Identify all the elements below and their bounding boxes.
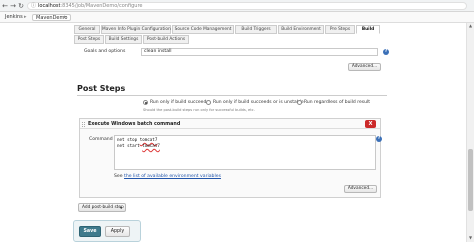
add-post-build-step-button[interactable]: Add post-build step ▾ (78, 203, 126, 212)
scroll-down-icon[interactable]: ▼ (467, 235, 474, 241)
build-step-title: Execute Windows batch command (88, 122, 181, 127)
config-tabs: General Maven Info Plugin Configuration … (71, 23, 381, 45)
tab-general[interactable]: General (74, 25, 100, 34)
env-vars-link[interactable]: the list of available environment variab… (124, 174, 221, 179)
build-step-header: Execute Windows batch command X (80, 119, 380, 129)
command-textarea[interactable]: net stop tomcat7 net start tomcat7 (114, 135, 376, 170)
tab-pre-steps[interactable]: Pre Steps (325, 25, 355, 34)
reload-icon[interactable]: ↻ (17, 2, 25, 10)
tab-maven-info[interactable]: Maven Info Plugin Configuration (101, 25, 171, 34)
radio-regardless[interactable] (297, 100, 302, 105)
chevron-down-icon: ▾ (119, 205, 122, 210)
breadcrumb-separator: ▸ (64, 14, 67, 20)
command-line: net start tomcat7 (117, 143, 373, 149)
tab-build-triggers[interactable]: Build Triggers (235, 25, 277, 34)
goals-input[interactable]: clean install (141, 48, 378, 56)
address-bar[interactable]: ⓘ localhost:8345/job/MavenDemo/configure (27, 2, 467, 10)
tab-post-steps[interactable]: Post Steps (74, 35, 104, 44)
radio-succeeds-or-unstable-label: Run only if build succeeds or is unstabl… (213, 100, 304, 105)
scroll-thumb[interactable] (468, 149, 473, 211)
post-steps-note: Should the post-build steps run only for… (143, 108, 255, 112)
breadcrumb-jenkins[interactable]: Jenkins (2, 14, 26, 21)
spellcheck-word: tomcat7 (139, 137, 158, 142)
goals-label: Goals and options (84, 49, 126, 54)
breadcrumb: Jenkins ▸ MavenDemo ▸ (0, 12, 474, 23)
help-icon[interactable]: ? (383, 49, 389, 55)
build-step-panel: Execute Windows batch command X Command … (79, 118, 382, 198)
radio-regardless-label: Run regardless of build result (304, 100, 370, 105)
section-divider (77, 95, 387, 96)
drag-handle-icon[interactable] (82, 122, 85, 127)
url-host: localhost (38, 3, 61, 9)
info-icon[interactable]: ⓘ (31, 3, 36, 9)
add-post-build-step-label: Add post-build step (82, 205, 124, 210)
forward-icon[interactable]: → (9, 2, 17, 10)
url-path: :8345/job/MavenDemo/configure (60, 3, 143, 9)
tab-post-build-actions[interactable]: Post-build Actions (143, 35, 189, 44)
spellcheck-word: tomcat7 (142, 143, 160, 148)
browser-toolbar: ← → ↻ ⓘ localhost:8345/job/MavenDemo/con… (0, 0, 474, 12)
scroll-up-icon[interactable]: ▲ (467, 23, 474, 29)
command-text: net stop (117, 137, 140, 142)
build-advanced-button[interactable]: Advanced... (348, 63, 381, 71)
command-text: net start (117, 143, 143, 148)
post-steps-title: Post Steps (77, 84, 126, 93)
delete-step-button[interactable]: X (365, 120, 376, 128)
tab-scm[interactable]: Source Code Management (172, 25, 234, 34)
radio-succeeds[interactable] (143, 100, 148, 105)
help-icon[interactable]: ? (376, 136, 382, 142)
page-scrollbar[interactable]: ▲ ▼ (466, 23, 474, 242)
env-vars-hint: See the list of available environment va… (114, 174, 221, 179)
apply-button[interactable]: Apply (105, 226, 130, 237)
tab-build[interactable]: Build (356, 25, 380, 34)
form-actions-bar: Save Apply (73, 220, 141, 242)
breadcrumb-separator: ▸ (24, 14, 27, 20)
tab-build-environment[interactable]: Build Environment (278, 25, 324, 34)
radio-succeeds-or-unstable[interactable] (206, 100, 211, 105)
step-advanced-button[interactable]: Advanced... (344, 185, 377, 193)
radio-succeeds-label: Run only if build succeeds (150, 100, 209, 105)
command-label: Command (89, 137, 113, 142)
env-vars-prefix: See (114, 174, 125, 179)
save-button[interactable]: Save (79, 226, 101, 237)
back-icon[interactable]: ← (1, 2, 9, 10)
tab-build-settings[interactable]: Build Settings (105, 35, 142, 44)
